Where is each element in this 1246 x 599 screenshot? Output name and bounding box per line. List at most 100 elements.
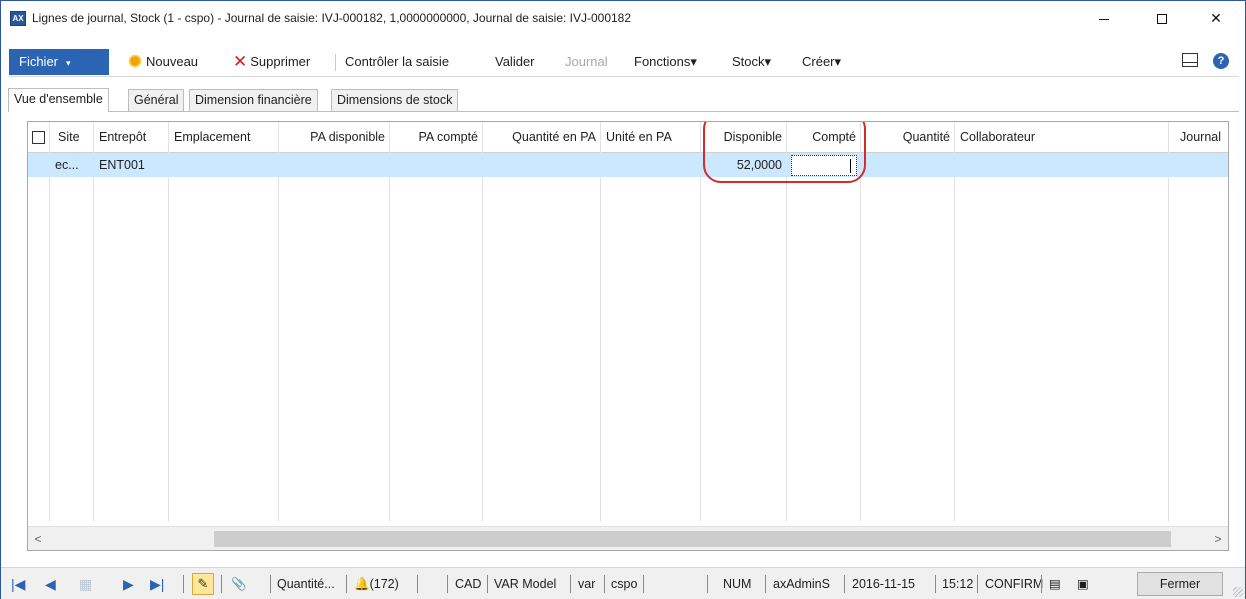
post-button[interactable]: Valider <box>495 47 535 77</box>
tab-financial-dimension[interactable]: Dimension financière <box>189 89 318 111</box>
status-divider <box>221 575 222 593</box>
status-date: 2016-11-15 <box>852 577 916 591</box>
tab-baseline <box>9 111 1239 112</box>
factbox-panel-icon[interactable] <box>1182 53 1198 67</box>
status-company: cspo <box>611 577 638 591</box>
maximize-button[interactable] <box>1139 1 1185 35</box>
status-divider <box>447 575 448 593</box>
delete-button[interactable]: ✕ Supprimer <box>233 47 310 77</box>
new-button[interactable]: Nouveau <box>127 47 198 77</box>
minimize-icon <box>1099 18 1109 20</box>
status-field-name: Quantité... <box>277 577 335 591</box>
minimize-button[interactable] <box>1081 1 1127 35</box>
column-header-journal[interactable]: Journal <box>1168 122 1226 153</box>
toolbar-divider <box>335 54 336 71</box>
pencil-icon: ✎ <box>197 576 209 591</box>
tab-overview[interactable]: Vue d'ensemble <box>8 88 109 112</box>
dynamics-ax-icon: AX <box>10 11 26 26</box>
database-icon[interactable]: ▣ <box>1077 576 1089 593</box>
grid-view-icon[interactable]: ▦ <box>79 577 92 591</box>
column-header-warehouse[interactable]: Entrepôt <box>94 122 151 153</box>
column-divider <box>860 122 861 522</box>
select-all-checkbox[interactable] <box>32 131 45 144</box>
title-bar: AX Lignes de journal, Stock (1 - cspo) -… <box>1 1 1245 37</box>
column-header-quantity[interactable]: Quantité <box>861 122 955 153</box>
edit-mode-button[interactable]: ✎ <box>192 573 214 595</box>
horizontal-scrollbar[interactable]: < > <box>28 526 1228 550</box>
validate-entry-button[interactable]: Contrôler la saisie <box>345 47 449 77</box>
cell-site[interactable]: ec... <box>50 153 84 177</box>
cell-warehouse[interactable]: ENT001 <box>94 153 150 177</box>
column-header-qty-per-pallet[interactable]: Quantité en PA <box>483 122 601 153</box>
scroll-thumb[interactable] <box>214 531 1171 547</box>
form-window: AX Lignes de journal, Stock (1 - cspo) -… <box>0 0 1246 599</box>
column-divider <box>389 122 390 522</box>
last-record-icon[interactable]: ▶| <box>150 577 164 591</box>
status-divider <box>643 575 644 593</box>
status-divider <box>977 575 978 593</box>
status-model: VAR Model <box>494 577 557 591</box>
scroll-right-icon[interactable]: > <box>1208 527 1228 550</box>
column-divider <box>600 122 601 522</box>
column-divider <box>93 122 94 522</box>
new-label: Nouveau <box>146 54 199 69</box>
column-header-pallet-unit[interactable]: Unité en PA <box>601 122 677 153</box>
previous-record-icon[interactable]: ◀ <box>45 577 56 591</box>
close-icon: ✕ <box>1210 10 1222 26</box>
column-divider <box>954 122 955 522</box>
create-menu[interactable]: Créer▾ <box>802 47 841 77</box>
chevron-down-icon: ▾ <box>66 58 71 68</box>
column-header-counted-pallets[interactable]: PA compté <box>390 122 483 153</box>
status-num-lock: NUM <box>723 577 752 591</box>
column-header-location[interactable]: Emplacement <box>169 122 255 153</box>
scroll-left-icon[interactable]: < <box>28 527 48 550</box>
bell-icon: 🔔 <box>354 577 370 591</box>
alerts-indicator[interactable]: 🔔(172) <box>354 576 399 593</box>
status-user: axAdminS <box>773 577 830 591</box>
column-header-available-pallets[interactable]: PA disponible <box>279 122 390 153</box>
document-handling-icon[interactable]: 📎 <box>231 576 247 593</box>
close-window-button[interactable]: ✕ <box>1193 1 1239 35</box>
status-divider <box>570 575 571 593</box>
journal-lines-grid: Site Entrepôt Emplacement PA disponible … <box>27 121 1229 551</box>
tab-inventory-dimensions[interactable]: Dimensions de stock <box>331 89 459 111</box>
column-divider <box>482 122 483 522</box>
help-icon[interactable]: ? <box>1213 53 1229 69</box>
first-record-icon[interactable]: |◀ <box>11 577 25 591</box>
status-bar: |◀ ◀ ▦ ▶ ▶| ✎ 📎 Quantité... 🔔(172) CAD V… <box>1 567 1245 599</box>
journal-button: Journal <box>565 54 608 69</box>
next-record-icon[interactable]: ▶ <box>123 577 134 591</box>
file-menu-button[interactable]: Fichier ▾ <box>9 49 109 75</box>
close-form-button[interactable]: Fermer <box>1137 572 1223 596</box>
column-header-worker[interactable]: Collaborateur <box>955 122 1040 153</box>
status-divider <box>935 575 936 593</box>
delete-label: Supprimer <box>250 54 311 69</box>
table-row[interactable] <box>28 153 1228 177</box>
column-header-site[interactable]: Site <box>53 122 85 153</box>
status-divider <box>487 575 488 593</box>
action-pane: Fichier ▾ Nouveau ✕ Supprimer Contrôler la… <box>9 47 1239 77</box>
status-divider <box>765 575 766 593</box>
status-database: CONFIRM <box>985 577 1044 591</box>
status-divider <box>604 575 605 593</box>
column-divider <box>168 122 169 522</box>
status-time: 15:12 <box>942 577 974 591</box>
maximize-icon <box>1157 14 1167 25</box>
stock-menu[interactable]: Stock▾ <box>732 47 771 77</box>
functions-menu[interactable]: Fonctions▾ <box>634 47 697 77</box>
resize-grip-icon[interactable] <box>1233 587 1243 597</box>
status-divider <box>844 575 845 593</box>
grid-header: Site Entrepôt Emplacement PA disponible … <box>28 122 1228 153</box>
session-icon[interactable]: ▤ <box>1049 576 1061 593</box>
status-divider <box>417 575 418 593</box>
tab-general[interactable]: Général <box>128 89 185 111</box>
status-layer: var <box>578 577 596 591</box>
column-divider <box>1168 122 1169 522</box>
file-menu-label: Fichier <box>19 54 59 69</box>
status-divider <box>270 575 271 593</box>
highlight-annotation <box>703 122 866 183</box>
column-divider <box>700 122 701 522</box>
status-divider <box>707 575 708 593</box>
column-divider <box>278 122 279 522</box>
column-divider <box>49 122 50 522</box>
